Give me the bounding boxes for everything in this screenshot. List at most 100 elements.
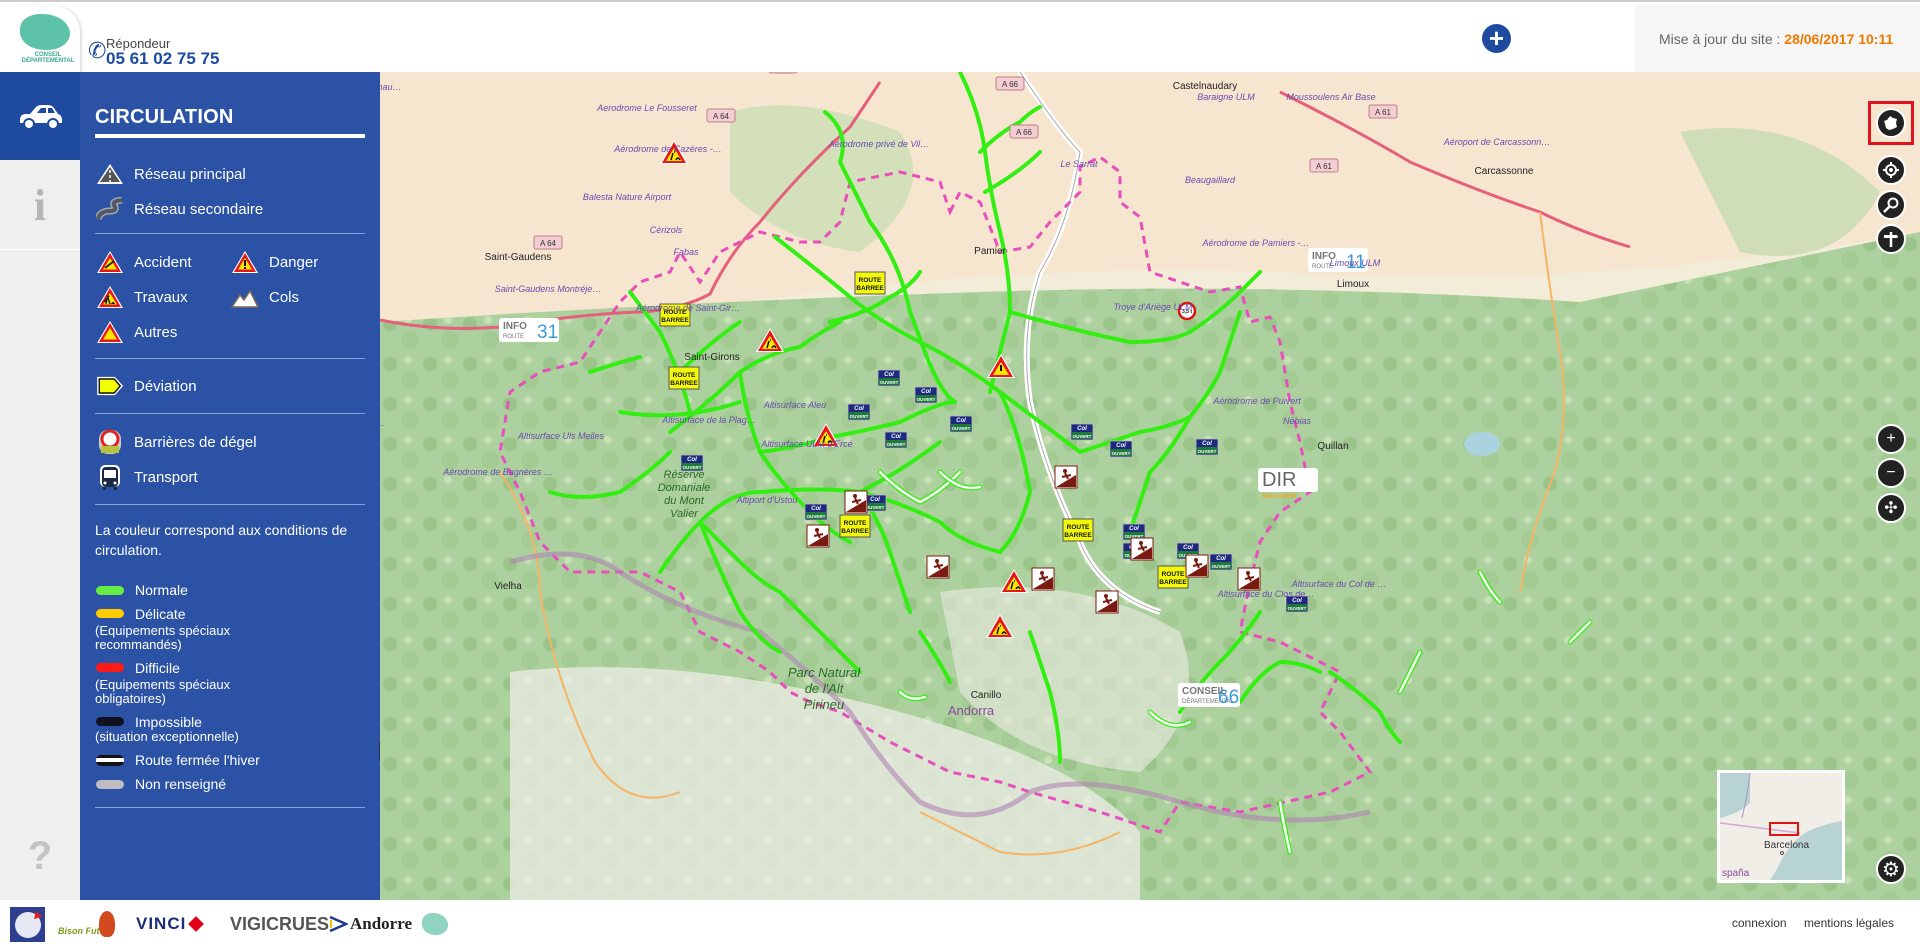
pan-button[interactable]: ✣ [1876,493,1906,523]
aerodrome-label: Aérodrome de Castelnau… [380,82,402,92]
legend-danger[interactable]: Danger [231,250,318,274]
legend-roadworks[interactable]: Travaux [96,285,188,309]
login-link[interactable]: connexion [1732,916,1787,930]
bison-mascot-icon [98,911,115,937]
skier-head [815,528,819,532]
aerodrome-label: Altisurface Uls Melles [517,431,605,441]
danger-icon [232,251,258,273]
zoom-out-button[interactable]: − [1876,458,1906,488]
footer-logo-meteo[interactable] [10,906,45,942]
zoom-in-button[interactable]: + [1876,424,1906,454]
pass-open-marker[interactable]: Col OUVERT [914,386,938,404]
pass-open-text: OUVERT [1112,451,1131,456]
update-date: 28/06/2017 10:11 [1784,31,1894,47]
legend-transport[interactable]: Transport [96,463,198,491]
town-label: Canillo [971,690,1002,701]
ski-resort-marker[interactable] [1130,537,1154,561]
legend-mountain-pass[interactable]: Cols [231,285,299,309]
locate-icon [1883,162,1899,178]
aerodrome-label: Cérizols [650,225,683,235]
skier-head [853,494,857,498]
footer-logo-vinci[interactable]: VINCI [136,906,205,942]
overview-minimap[interactable]: Barcelona spaña [1717,770,1845,883]
map-view[interactable]: ROUTE BARREE ROUTE BARREE ROUTE BARREE ROUTE BA… [380,72,1920,900]
legend-secondary-road[interactable]: Réseau secondaire [96,197,263,221]
town-label: Saint-Girons [684,352,740,363]
pass-open-marker[interactable]: Col OUVERT [804,503,828,521]
motorway-label: A 64 [713,112,730,121]
ariege-map-logo-icon [20,14,70,50]
pass-open-marker[interactable]: Col OUVERT [1109,440,1133,458]
ski-resort-marker[interactable] [844,490,868,514]
condition-unknown-swatch [96,780,124,789]
nav-info[interactable]: i [0,162,80,250]
partner-badge[interactable]: INFO ROUTE 31 [499,318,559,343]
footer-logo-andorre[interactable]: Andorre [328,906,412,942]
ski-resort-marker[interactable] [1095,590,1119,614]
pass-open-text: OUVERT [1212,564,1231,569]
skier-head [1063,469,1067,473]
aerodrome-label: Altisurface de Ferrère… [380,418,386,428]
ski-resort-marker[interactable] [1031,567,1055,591]
footer-logo-conseil[interactable] [422,906,456,942]
road-closed-text: ROUTE [844,520,867,527]
locate-button[interactable] [1876,155,1906,185]
legal-notice-link[interactable]: mentions légales [1804,916,1894,930]
legend-accident[interactable]: Accident [96,250,192,274]
road-closed-marker[interactable]: ROUTEBARREE [854,271,886,295]
footer-logo-vigicrues[interactable]: VIGICRUES [230,906,329,942]
partner-badge-subtitle: SUD-OUEST [1262,494,1298,500]
roadworks-icon [97,286,123,308]
site-logo[interactable]: CONSEIL DÉPARTEMENTAL [12,6,80,72]
ski-resort-marker[interactable] [1185,554,1209,578]
road-closed-marker[interactable]: ROUTEBARREE [839,514,871,538]
condition-delicate-note: (Equipements spéciaux recommandés) [95,623,231,652]
legend-other[interactable]: Autres [96,320,177,344]
nav-help[interactable]: ? [0,812,80,900]
ski-resort-marker[interactable] [1054,465,1078,489]
aerodrome-label: Troye d'Ariège ULM [1113,302,1193,312]
skier-head [1104,594,1108,598]
footer-links: connexion mentions légales [1718,916,1894,930]
aerodrome-label: Fabas [673,247,699,257]
footer-logo-bison-fute[interactable]: Bison Futé [58,906,120,942]
pass-open-text: Col [1202,441,1212,447]
minimap-country: spaña [1722,868,1750,879]
pass-open-text: OUVERT [952,426,971,431]
pass-open-marker[interactable]: Col OUVERT [1070,423,1094,441]
nav-circulation[interactable] [0,72,80,160]
road-closed-marker[interactable]: ROUTEBARREE [1157,565,1189,589]
condition-winter-closed-label: Route fermée l'hiver [135,752,260,768]
pass-open-text: OUVERT [807,514,826,519]
pass-open-marker[interactable]: Col OUVERT [1195,438,1219,456]
ski-resort-marker[interactable] [1237,567,1261,591]
france-view-button[interactable] [1876,108,1906,138]
add-button[interactable]: + [1482,24,1511,53]
legend-thaw-barrier[interactable]: Barrières de dégel [96,428,257,456]
partner-badge[interactable]: CONSEILDÉPARTEMENTAL66 [1178,683,1240,708]
pass-open-marker[interactable]: Col OUVERT [1209,553,1233,571]
ski-resort-marker[interactable] [806,524,830,548]
map-canvas[interactable]: ROUTEBARREE ROUTEBARREE ROUTEBARREE ROUTEBA… [380,72,1920,900]
search-button[interactable] [1876,190,1906,220]
pass-open-text: Col [891,434,901,440]
pass-open-text: Col [1216,556,1226,562]
detour-icon [97,376,124,396]
pass-open-text: Col [1077,426,1087,432]
legend-main-road[interactable]: Réseau principal [96,162,246,186]
road-closed-text: ROUTE [673,372,696,379]
pass-open-marker[interactable]: Col OUVERT [847,403,871,421]
directions-button[interactable] [1876,224,1906,254]
legend-detour[interactable]: Déviation [96,374,197,398]
road-closed-marker[interactable]: ROUTEBARREE [668,366,700,390]
road-closed-marker[interactable]: ROUTEBARREE [1062,518,1094,542]
skier-head [935,559,939,563]
pass-open-marker[interactable]: Col OUVERT [949,415,973,433]
ski-resort-marker[interactable] [926,555,950,579]
phone-number[interactable]: 05 61 02 75 75 [106,49,219,69]
aerodrome-label: Altisurface du Clos de… [1217,589,1315,599]
pass-open-marker[interactable]: Col OUVERT [884,431,908,449]
settings-button[interactable]: ⚙ [1876,854,1906,884]
pass-open-marker[interactable]: Col OUVERT [877,369,901,387]
condition-unknown-label: Non renseigné [135,776,227,792]
